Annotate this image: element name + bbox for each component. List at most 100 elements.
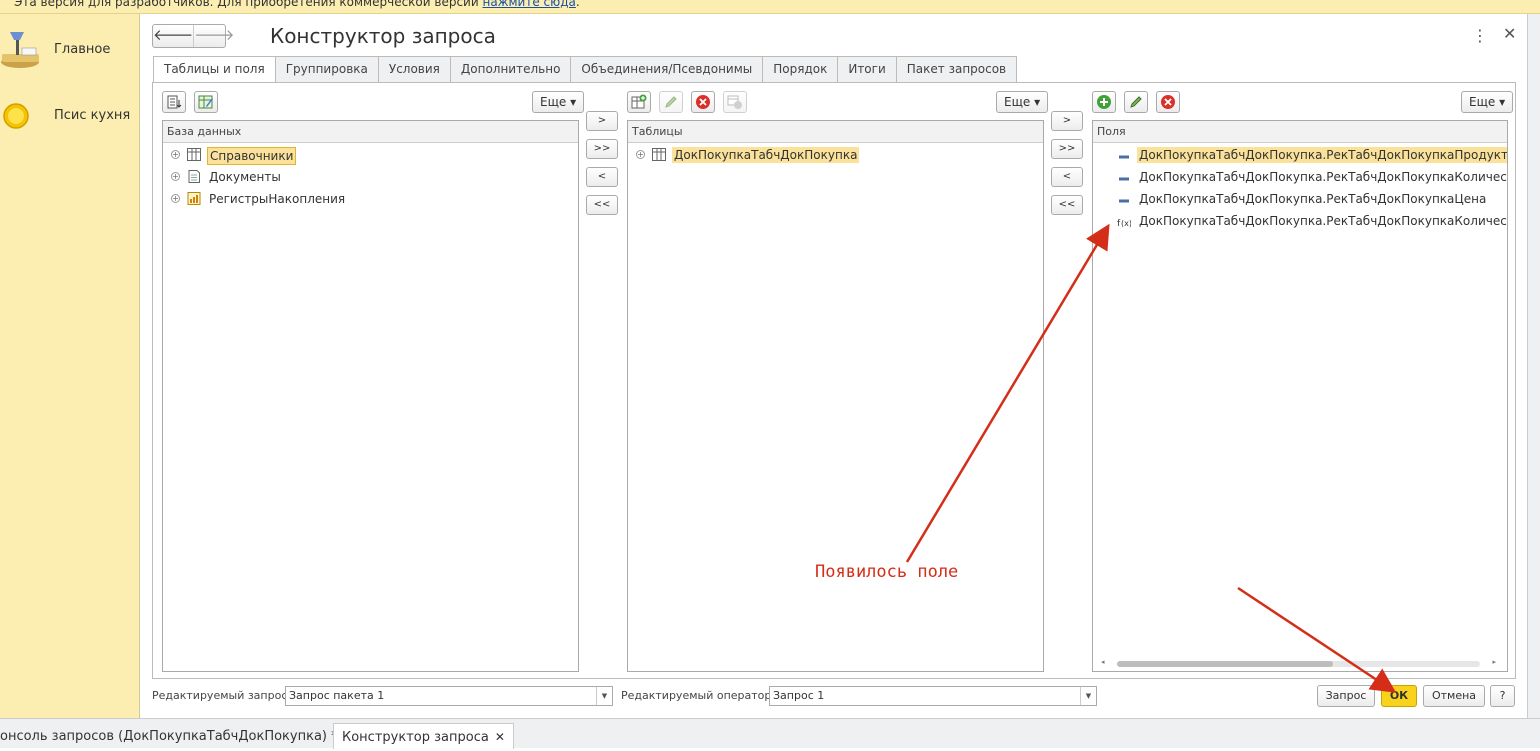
tables-more-button[interactable]: Еще ▾ [996,91,1049,113]
delete-table-button[interactable] [691,91,715,113]
field-row[interactable]: ДокПокупкаТабчДокПокупка.РекТабчДокПокуп… [1093,189,1507,211]
scroll-left-icon[interactable]: ◂ [1101,658,1105,666]
field-label: ДокПокупкаТабчДокПокупка.РекТабчДокПокуп… [1139,170,1508,184]
cancel-button[interactable]: Отмена [1423,685,1485,707]
catalog-table-icon [187,148,201,161]
table-icon [652,148,666,161]
field-row[interactable]: ДокПокупкаТабчДокПокупка.РекТабчДокПокуп… [1093,145,1507,167]
expand-icon[interactable]: + [636,150,645,159]
field-label: ДокПокупкаТабчДокПокупка.РекТабчДокПокуп… [1139,192,1487,206]
svg-text:(x): (x) [1121,219,1131,228]
add-table-button[interactable] [627,91,651,113]
tab-order[interactable]: Порядок [762,56,839,83]
tab-tables-fields[interactable]: Таблицы и поля [153,56,276,83]
window-tab-query-constructor[interactable]: Конструктор запроса ✕ [333,723,514,749]
move-selected-right-button[interactable]: > [586,111,618,131]
remove-all-fields-left-button[interactable]: << [1051,195,1083,215]
close-icon[interactable]: ✕ [1503,24,1516,43]
edit-table-button[interactable] [659,91,683,113]
tables-panel: Таблицы + ДокПокупкаТабчДокПокупка [627,120,1044,672]
tab-bar: Таблицы и поля Группировка Условия Допол… [153,56,1018,83]
home-desk-icon [1,32,39,68]
delete-field-button[interactable] [1156,91,1180,113]
tree-item-label: Документы [209,170,281,184]
window-tab-label: онсоль запросов (ДокПокупкаТабчДокПокупк… [0,729,338,744]
tree-row[interactable]: + ДокПокупкаТабчДокПокупка [628,145,1043,167]
scroll-right-icon[interactable]: ▸ [1492,658,1496,666]
edited-query-select[interactable]: Запрос пакета 1 ▼ [285,686,613,706]
help-button[interactable]: ? [1490,685,1515,707]
notice-tail: . [575,0,580,9]
edited-query-value: Запрос пакета 1 [289,689,385,702]
move-selected-left-button[interactable]: < [586,167,618,187]
tab-content: Еще ▾ База данных + Справочники + Докуме… [152,82,1516,679]
database-header: База данных [163,121,578,143]
fields-more-button[interactable]: Еще ▾ [1461,91,1514,113]
window-tab-label: Конструктор запроса [342,730,489,745]
tab-grouping[interactable]: Группировка [274,56,379,83]
field-label: ДокПокупкаТабчДокПокупка.РекТабчДокПокуп… [1139,214,1508,228]
forward-button[interactable]: 🡒 [193,25,234,47]
add-field-button[interactable] [1092,91,1116,113]
replace-table-button[interactable] [723,91,747,113]
expand-icon[interactable]: + [171,150,180,159]
close-icon[interactable]: ✕ [495,730,505,744]
move-all-left-button[interactable]: << [586,195,618,215]
document-icon [188,170,200,183]
accumulation-register-icon [187,192,201,205]
delete-icon [1161,95,1175,109]
add-field-right-button[interactable]: > [1051,111,1083,131]
buy-link[interactable]: нажмите сюда [482,0,575,9]
tab-query-batch[interactable]: Пакет запросов [895,56,1018,83]
window-tab-query-console[interactable]: онсоль запросов (ДокПокупкаТабчДокПокупк… [0,723,362,749]
move-all-right-button[interactable]: >> [586,139,618,159]
more-menu-icon[interactable]: ⋮ [1472,26,1488,45]
database-tree-panel: База данных + Справочники + Документы + … [162,120,579,672]
notice-text: Эта версия для разработчиков. Для приобр… [14,0,483,9]
database-more-button[interactable]: Еще ▾ [532,91,585,113]
right-edge-strip [1527,14,1540,718]
field-row[interactable]: ДокПокупкаТабчДокПокупка.РекТабчДокПокуп… [1093,167,1508,189]
table-replace-icon [727,95,742,109]
open-table-button[interactable] [194,91,218,113]
field-icon [1119,177,1129,181]
tab-conditions[interactable]: Условия [377,56,451,83]
tree-item-label: ДокПокупкаТабчДокПокупка [672,147,860,163]
tab-totals[interactable]: Итоги [837,56,897,83]
sidebar: Главное Псис кухня [0,14,140,718]
query-text-button[interactable]: Запрос [1317,685,1375,707]
tree-row[interactable]: + Документы [163,167,578,189]
tab-unions-aliases[interactable]: Объединения/Псевдонимы [570,56,764,83]
field-row[interactable]: f (x) ДокПокупкаТабчДокПокупка.РекТабчДо… [1093,211,1508,233]
expression-icon: f (x) [1117,219,1131,228]
back-button[interactable]: 🡐 [153,25,193,47]
expand-icon[interactable]: + [171,172,180,181]
edit-field-button[interactable] [1124,91,1148,113]
edited-operator-label: Редактируемый оператор: [621,689,776,702]
chevron-down-icon[interactable]: ▼ [596,687,612,705]
tree-row[interactable]: + Справочники [163,145,578,167]
table-add-icon [631,94,647,109]
field-icon [1119,155,1129,159]
sidebar-item-label: Псис кухня [54,108,131,123]
edited-operator-select[interactable]: Запрос 1 ▼ [769,686,1097,706]
show-changed-tables-button[interactable] [162,91,186,113]
scroll-thumb[interactable] [1117,661,1333,667]
tree-row[interactable]: + РегистрыНакопления [163,189,578,211]
remove-field-left-button[interactable]: < [1051,167,1083,187]
open-windows-bar: онсоль запросов (ДокПокупкаТабчДокПокупк… [0,718,1540,749]
fields-horizontal-scrollbar[interactable]: ◂ ▸ [1101,658,1496,668]
tree-item-label: Справочники [207,147,297,165]
developer-notice-text: Эта версия для разработчиков. Для приобр… [14,0,580,9]
chevron-down-icon[interactable]: ▼ [1080,687,1096,705]
tables-header: Таблицы [628,121,1043,143]
expand-icon[interactable]: + [171,194,180,203]
fields-panel: Поля ДокПокупкаТабчДокПокупка.РекТабчДок… [1092,120,1508,672]
add-all-fields-right-button[interactable]: >> [1051,139,1083,159]
sidebar-item-main[interactable]: Главное [0,26,140,76]
delete-icon [696,95,710,109]
tab-additional[interactable]: Дополнительно [449,56,572,83]
ok-button[interactable]: ОК [1381,685,1417,707]
sidebar-item-psis-kitchen[interactable]: Псис кухня [0,92,140,142]
history-nav: 🡐 🡒 [152,24,234,48]
